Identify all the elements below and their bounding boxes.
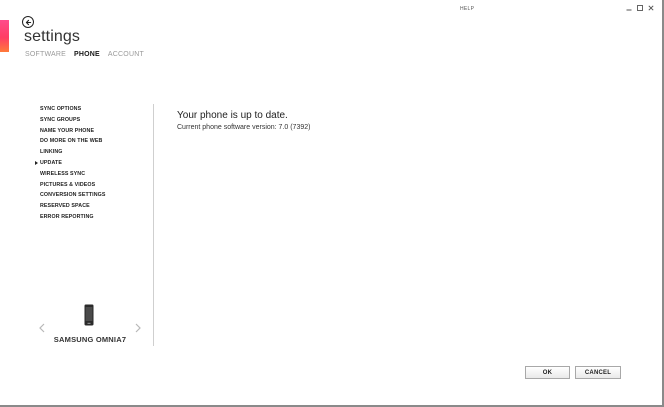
sidebar-item-linking[interactable]: LINKING	[40, 147, 105, 158]
sidebar-item-update[interactable]: UPDATE	[35, 158, 105, 169]
selected-marker-icon	[35, 161, 38, 166]
settings-sidebar: SYNC OPTIONS SYNC GROUPS NAME YOUR PHONE…	[35, 104, 105, 223]
sidebar-item-reserved-space[interactable]: RESERVED SPACE	[40, 201, 105, 212]
sidebar-item-wireless-sync[interactable]: WIRELESS SYNC	[40, 169, 105, 180]
sidebar-divider	[153, 104, 154, 346]
maximize-icon[interactable]	[637, 5, 643, 11]
phone-icon	[84, 304, 94, 326]
tab-software[interactable]: SOFTWARE	[25, 51, 66, 58]
update-status-heading: Your phone is up to date.	[177, 110, 288, 121]
brand-accent-bar	[0, 20, 9, 52]
help-link[interactable]: HELP	[460, 6, 474, 12]
app-window: settings SOFTWARE PHONE ACCOUNT HELP SYN…	[0, 0, 664, 407]
cancel-button[interactable]: CANCEL	[575, 366, 621, 379]
page-title: settings	[24, 28, 80, 45]
sidebar-item-sync-options[interactable]: SYNC OPTIONS	[40, 104, 105, 115]
sidebar-item-name-your-phone[interactable]: NAME YOUR PHONE	[40, 126, 105, 137]
software-version-text: Current phone software version: 7.0 (739…	[177, 124, 311, 131]
tab-account[interactable]: ACCOUNT	[108, 51, 144, 58]
device-name: SAMSUNG OMNIA7	[53, 335, 127, 344]
device-selector: SAMSUNG OMNIA7	[38, 302, 148, 350]
chevron-right-icon[interactable]	[134, 320, 142, 333]
sidebar-item-sync-groups[interactable]: SYNC GROUPS	[40, 115, 105, 126]
settings-tabs: SOFTWARE PHONE ACCOUNT	[25, 51, 144, 58]
minimize-icon[interactable]	[626, 5, 632, 11]
back-arrow-icon[interactable]	[22, 16, 34, 28]
sidebar-item-pictures-videos[interactable]: PICTURES & VIDEOS	[40, 180, 105, 191]
sidebar-item-do-more-on-the-web[interactable]: DO MORE ON THE WEB	[40, 136, 105, 147]
close-icon[interactable]	[648, 5, 654, 11]
chevron-left-icon[interactable]	[38, 320, 46, 333]
tab-phone[interactable]: PHONE	[74, 51, 100, 58]
ok-button[interactable]: OK	[525, 366, 570, 379]
window-controls	[626, 5, 654, 11]
sidebar-item-label: UPDATE	[40, 159, 62, 166]
sidebar-item-conversion-settings[interactable]: CONVERSION SETTINGS	[40, 190, 105, 201]
sidebar-item-error-reporting[interactable]: ERROR REPORTING	[40, 212, 105, 223]
